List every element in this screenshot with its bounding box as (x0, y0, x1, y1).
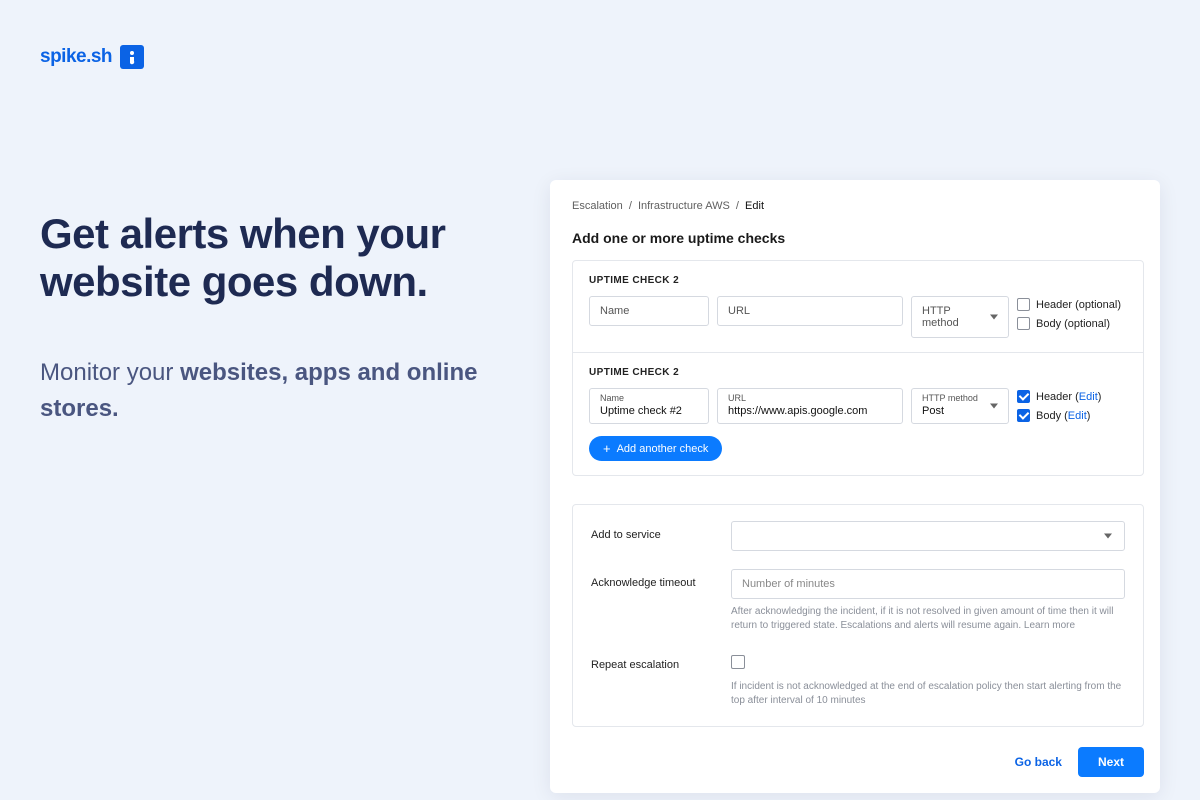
header-checkbox[interactable] (1017, 298, 1030, 311)
sub-prefix: Monitor your (40, 359, 180, 386)
url-value: https://www.apis.google.com (728, 405, 892, 417)
repeat-escalation-checkbox[interactable] (731, 655, 745, 669)
header-checkbox-row[interactable]: Header (optional) (1017, 298, 1127, 311)
header-label: Header (optional) (1036, 299, 1121, 311)
repeat-escalation-label: Repeat escalation (591, 651, 711, 671)
name-field-2[interactable]: Name Uptime check #2 (589, 388, 709, 424)
go-back-button[interactable]: Go back (1015, 755, 1062, 769)
add-another-check-button[interactable]: + Add another check (589, 436, 722, 461)
header-edit-link[interactable]: Edit (1079, 391, 1098, 403)
header-checkbox-row-2[interactable]: Header (Edit) (1017, 390, 1127, 403)
footer-actions: Go back Next (572, 747, 1144, 777)
http-method-select-2[interactable]: HTTP method Post (911, 388, 1009, 424)
uptime-check-block-2: UPTIME CHECK 2 Name Uptime check #2 URL … (573, 352, 1143, 475)
breadcrumb-sep: / (736, 200, 739, 212)
http-method-placeholder: HTTP method (912, 297, 1008, 337)
body-checkbox-2[interactable] (1017, 409, 1030, 422)
breadcrumb-current: Edit (745, 200, 764, 212)
plus-icon: + (603, 442, 611, 455)
next-button[interactable]: Next (1078, 747, 1144, 777)
breadcrumb-escalation[interactable]: Escalation (572, 200, 623, 212)
url-mini: URL (728, 393, 892, 403)
body-checkbox-row[interactable]: Body (optional) (1017, 317, 1127, 330)
body-checkbox-row-2[interactable]: Body (Edit) (1017, 409, 1127, 422)
app-card: Escalation / Infrastructure AWS / Edit A… (550, 180, 1160, 793)
uptime-check-heading-1: UPTIME CHECK 2 (589, 275, 1127, 286)
marketing-headline: Get alerts when your website goes down. (40, 210, 510, 307)
add-another-label: Add another check (617, 443, 709, 455)
name-mini: Name (600, 393, 698, 403)
breadcrumb-infra[interactable]: Infrastructure AWS (638, 200, 730, 212)
http-method-select[interactable]: HTTP method (911, 296, 1009, 338)
ack-timeout-input[interactable] (731, 569, 1125, 599)
body-label: Body (optional) (1036, 318, 1110, 330)
optional-checks-2: Header (Edit) Body (Edit) (1017, 388, 1127, 422)
body-checkbox[interactable] (1017, 317, 1030, 330)
url-placeholder: URL (718, 297, 902, 325)
optional-checks-1: Header (optional) Body (optional) (1017, 296, 1127, 330)
header-label-2: Header (Edit) (1036, 391, 1101, 403)
breadcrumb: Escalation / Infrastructure AWS / Edit (572, 200, 1144, 212)
body-edit-link[interactable]: Edit (1068, 410, 1087, 422)
ack-timeout-helper: After acknowledging the incident, if it … (731, 605, 1125, 633)
marketing-subhead: Monitor your websites, apps and online s… (40, 355, 490, 427)
brand-mark-icon (120, 45, 144, 69)
header-checkbox-2[interactable] (1017, 390, 1030, 403)
page-title: Add one or more uptime checks (572, 230, 1144, 246)
uptime-check-heading-2: UPTIME CHECK 2 (589, 367, 1127, 378)
name-placeholder: Name (590, 297, 708, 325)
brand-name: spike.sh (40, 46, 112, 68)
breadcrumb-sep: / (629, 200, 632, 212)
add-to-service-select[interactable] (731, 521, 1125, 551)
add-to-service-label: Add to service (591, 521, 711, 541)
body-label-2: Body (Edit) (1036, 410, 1090, 422)
brand-logo: spike.sh (40, 45, 144, 69)
method-value: Post (922, 405, 998, 417)
method-mini: HTTP method (922, 393, 998, 403)
url-field[interactable]: URL (717, 296, 903, 326)
url-field-2[interactable]: URL https://www.apis.google.com (717, 388, 903, 424)
repeat-escalation-helper: If incident is not acknowledged at the e… (731, 680, 1125, 708)
name-field[interactable]: Name (589, 296, 709, 326)
ack-timeout-label: Acknowledge timeout (591, 569, 711, 589)
uptime-checks-panel: UPTIME CHECK 2 Name URL HTTP method Head… (572, 260, 1144, 476)
uptime-check-block-1: UPTIME CHECK 2 Name URL HTTP method Head… (573, 261, 1143, 352)
name-value: Uptime check #2 (600, 405, 698, 417)
settings-panel: Add to service Acknowledge timeout After… (572, 504, 1144, 727)
